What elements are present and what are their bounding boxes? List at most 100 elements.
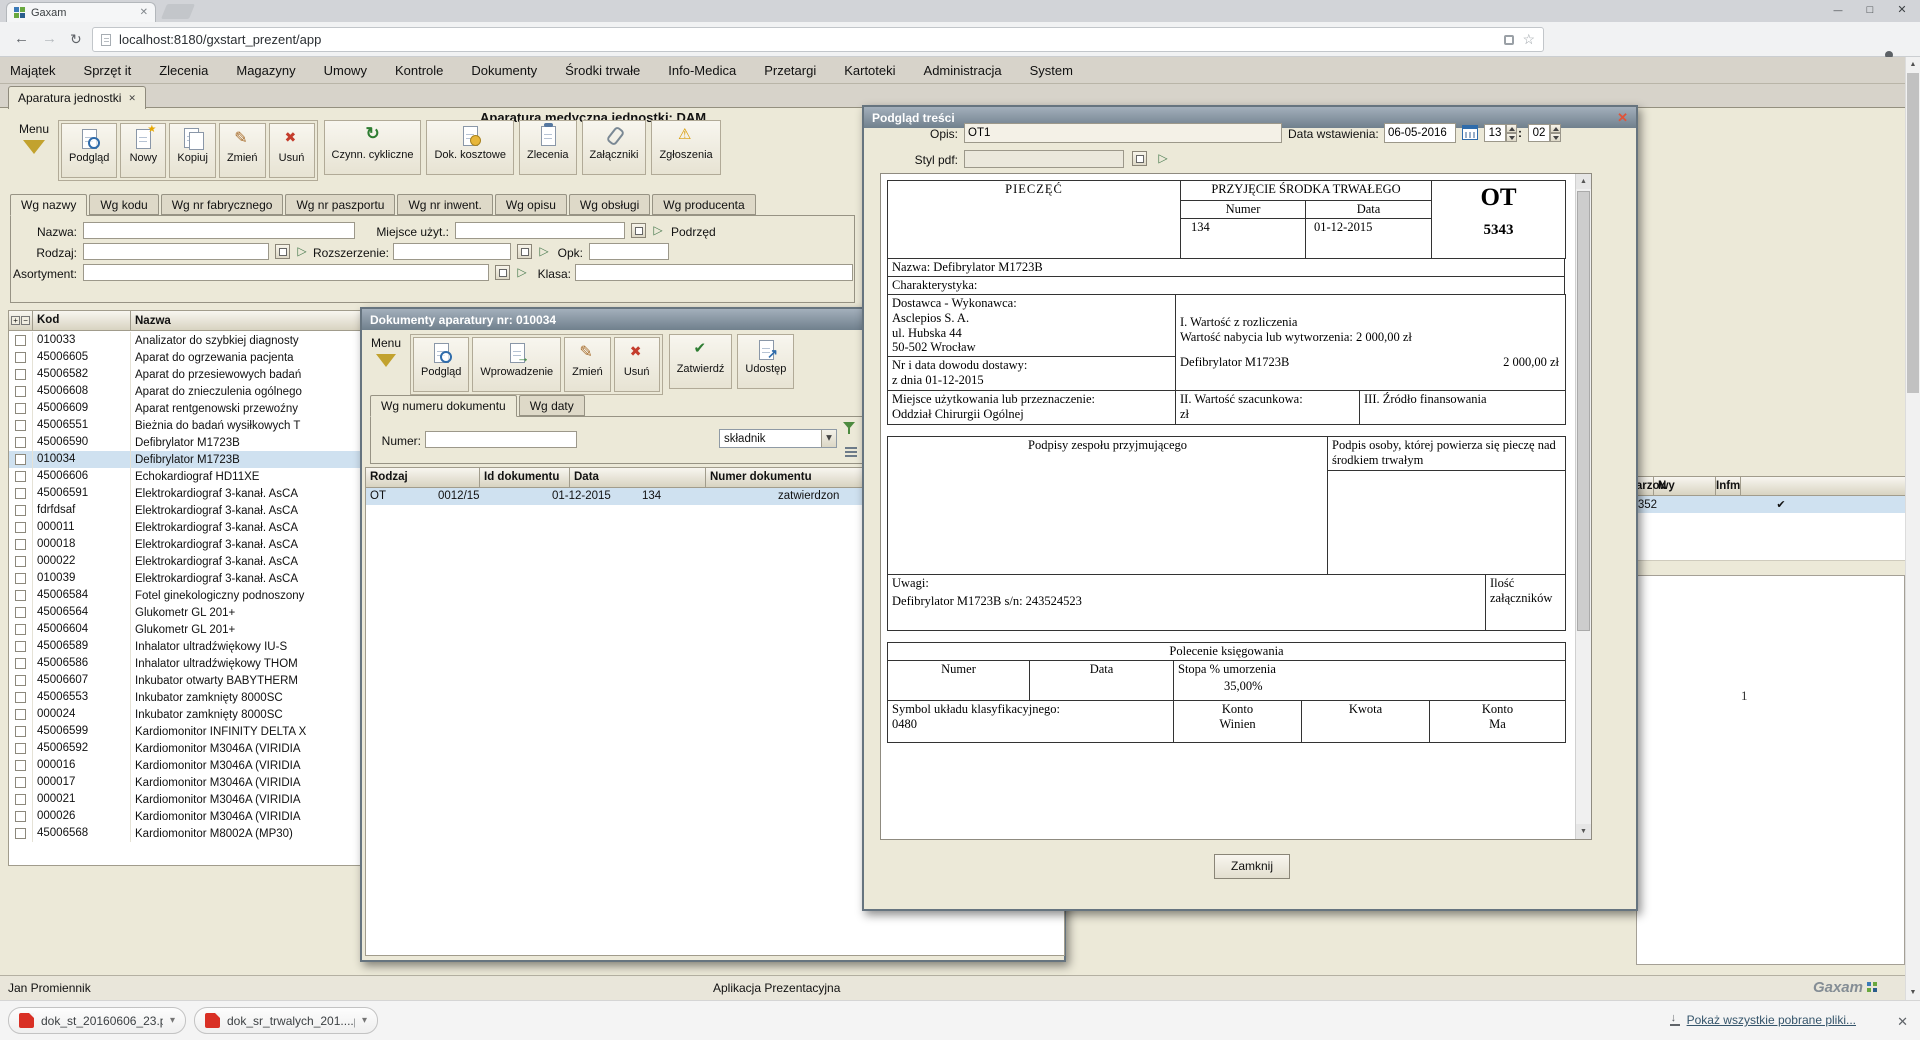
row-checkbox[interactable]: [15, 624, 26, 635]
back-icon[interactable]: [14, 30, 29, 48]
chevron-down-icon[interactable]: [170, 1015, 175, 1026]
input-numer[interactable]: [425, 431, 577, 448]
download-item[interactable]: dok_st_20160606_23.pdf: [8, 1007, 186, 1034]
row-checkbox[interactable]: [15, 556, 26, 567]
toolbar-button[interactable]: Udostęp: [737, 334, 794, 389]
input-opis[interactable]: [964, 123, 1282, 143]
dialog-menu-button[interactable]: Menu: [368, 336, 404, 367]
menubar-item[interactable]: Kartoteki: [844, 63, 895, 78]
download-item[interactable]: dok_sr_trwalych_201....pdf: [194, 1007, 378, 1034]
go-button[interactable]: [295, 244, 309, 259]
row-checkbox[interactable]: [15, 675, 26, 686]
input-asortyment[interactable]: [83, 264, 489, 281]
filter-icon[interactable]: [843, 421, 857, 435]
extension-icon[interactable]: [1504, 35, 1514, 45]
browser-tab[interactable]: Gaxam ✕: [6, 2, 156, 22]
row-checkbox[interactable]: [15, 454, 26, 465]
menubar-item[interactable]: Info-Medica: [668, 63, 736, 78]
toolbar-button[interactable]: Podgląd: [413, 337, 469, 392]
row-checkbox[interactable]: [15, 573, 26, 584]
input-nazwa[interactable]: [83, 222, 355, 239]
input-opk[interactable]: [589, 243, 669, 260]
lookup-button[interactable]: [495, 265, 510, 280]
filter-tab[interactable]: Wg nr inwent.: [397, 194, 492, 215]
main-menu-button[interactable]: Menu: [14, 122, 54, 154]
toolbar-button[interactable]: Dok. kosztowe: [426, 120, 514, 175]
filter-tab[interactable]: Wg obsługi: [569, 194, 650, 215]
row-checkbox[interactable]: [15, 420, 26, 431]
row-checkbox[interactable]: [15, 607, 26, 618]
row-checkbox[interactable]: [15, 471, 26, 482]
reload-icon[interactable]: [70, 30, 82, 48]
go-button[interactable]: [515, 265, 529, 280]
scroll-down-icon[interactable]: [1906, 985, 1920, 1000]
filter-tab[interactable]: Wg kodu: [89, 194, 158, 215]
toolbar-button[interactable]: Kopiuj: [169, 123, 216, 178]
scrollbar-thumb[interactable]: [1907, 73, 1919, 393]
menubar-item[interactable]: Sprzęt it: [84, 63, 132, 78]
toolbar-button[interactable]: Zlecenia: [519, 120, 577, 175]
menubar-item[interactable]: Administracja: [924, 63, 1002, 78]
toolbar-button[interactable]: Zatwierdź: [669, 334, 733, 389]
input-hour[interactable]: [1484, 124, 1506, 142]
close-icon[interactable]: [1617, 111, 1628, 124]
chevron-down-icon[interactable]: [362, 1015, 367, 1026]
page-scrollbar[interactable]: [1905, 57, 1920, 1000]
input-klasa[interactable]: [575, 264, 853, 281]
row-checkbox[interactable]: [15, 760, 26, 771]
menubar-item[interactable]: Zlecenia: [159, 63, 208, 78]
document-filter-tab[interactable]: Wg daty: [519, 395, 585, 416]
row-checkbox[interactable]: [15, 437, 26, 448]
minute-spinner[interactable]: [1550, 124, 1561, 142]
window-maximize-button[interactable]: [1854, 0, 1886, 19]
spinner-up-icon[interactable]: [1550, 124, 1561, 133]
app-tab-close-icon[interactable]: [128, 93, 136, 104]
go-button[interactable]: [1156, 151, 1170, 166]
new-tab-button[interactable]: [161, 4, 195, 19]
toolbar-button[interactable]: Zmień: [219, 123, 266, 178]
spinner-up-icon[interactable]: [1506, 124, 1517, 133]
forward-icon[interactable]: [42, 30, 57, 48]
row-checkbox[interactable]: [15, 811, 26, 822]
menubar-item[interactable]: Majątek: [10, 63, 56, 78]
zamknij-button[interactable]: Zamknij: [1214, 854, 1290, 879]
collapse-all-icon[interactable]: [21, 316, 30, 325]
menubar-item[interactable]: System: [1030, 63, 1073, 78]
scroll-up-icon[interactable]: [1906, 57, 1920, 72]
row-checkbox[interactable]: [15, 777, 26, 788]
filter-tab[interactable]: Wg nr fabrycznego: [161, 194, 284, 215]
input-date[interactable]: [1384, 123, 1456, 143]
go-button[interactable]: [537, 244, 551, 259]
window-close-button[interactable]: [1886, 0, 1918, 19]
spinner-down-icon[interactable]: [1550, 133, 1561, 142]
column-header-kod[interactable]: Kod: [33, 311, 131, 330]
spinner-down-icon[interactable]: [1506, 133, 1517, 142]
menubar-item[interactable]: Przetargi: [764, 63, 816, 78]
row-checkbox[interactable]: [15, 641, 26, 652]
filter-tab[interactable]: Wg nazwy: [10, 194, 87, 216]
address-bar[interactable]: localhost:8180/gxstart_prezent/app: [92, 27, 1544, 52]
documents-column-header[interactable]: Id dokumentu: [480, 468, 570, 487]
calendar-icon[interactable]: [1462, 125, 1478, 140]
show-all-downloads-link[interactable]: Pokaż wszystkie pobrane pliki...: [1670, 1013, 1856, 1027]
toolbar-button[interactable]: Zmień: [564, 337, 611, 392]
toolbar-button[interactable]: Nowy: [120, 123, 166, 178]
filter-tab[interactable]: Wg opisu: [495, 194, 567, 215]
row-checkbox[interactable]: [15, 743, 26, 754]
scroll-down-icon[interactable]: [1576, 824, 1591, 839]
filter-tab[interactable]: Wg producenta: [652, 194, 755, 215]
bookmark-star-icon[interactable]: [1522, 31, 1535, 48]
documents-column-header[interactable]: Data: [570, 468, 706, 487]
input-rozszerzenie[interactable]: [393, 243, 511, 260]
lookup-button[interactable]: [275, 244, 290, 259]
window-minimize-button[interactable]: [1822, 0, 1854, 19]
toolbar-button[interactable]: Podgląd: [61, 123, 117, 178]
row-checkbox[interactable]: [15, 403, 26, 414]
lookup-button[interactable]: [1132, 151, 1147, 166]
toolbar-button[interactable]: Czynn. cykliczne: [324, 120, 422, 175]
row-checkbox[interactable]: [15, 352, 26, 363]
menubar-item[interactable]: Środki trwałe: [565, 63, 640, 78]
toolbar-button[interactable]: Zgłoszenia: [651, 120, 720, 175]
row-checkbox[interactable]: [15, 488, 26, 499]
row-checkbox[interactable]: [15, 726, 26, 737]
